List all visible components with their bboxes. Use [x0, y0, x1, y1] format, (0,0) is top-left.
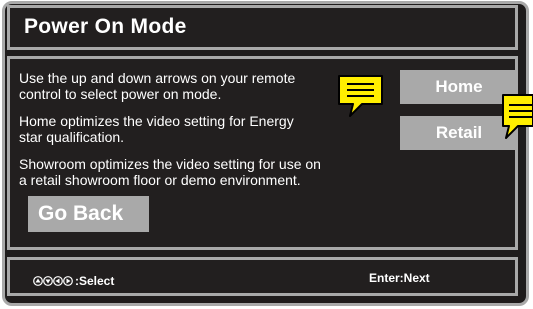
select-label: :Select	[75, 274, 115, 288]
enter-next-hint: Enter:Next	[369, 271, 430, 285]
down-arrow-icon	[43, 276, 53, 286]
title-bar: Power On Mode	[7, 5, 518, 50]
description-line-5: Showroom optimizes the video setting for…	[19, 156, 321, 172]
description-line-6: a retail showroom floor or demo environm…	[19, 172, 301, 188]
footer-select-hint: :Select	[33, 274, 114, 288]
note-callout-icon	[338, 75, 383, 117]
go-back-button[interactable]: Go Back	[28, 196, 149, 232]
description-line-1: Use the up and down arrows on your remot…	[19, 70, 296, 86]
description-line-3: Home optimizes the video setting for Ene…	[19, 113, 294, 129]
right-arrow-icon	[63, 276, 73, 286]
up-arrow-icon	[33, 276, 43, 286]
left-arrow-icon	[53, 276, 63, 286]
note-callout-icon-retail	[502, 94, 533, 139]
page-title: Power On Mode	[24, 15, 187, 38]
description-line-2: control to select power on mode.	[19, 86, 222, 102]
description-line-4: star qualification.	[19, 129, 125, 145]
navigation-arrows-icon	[33, 276, 73, 286]
